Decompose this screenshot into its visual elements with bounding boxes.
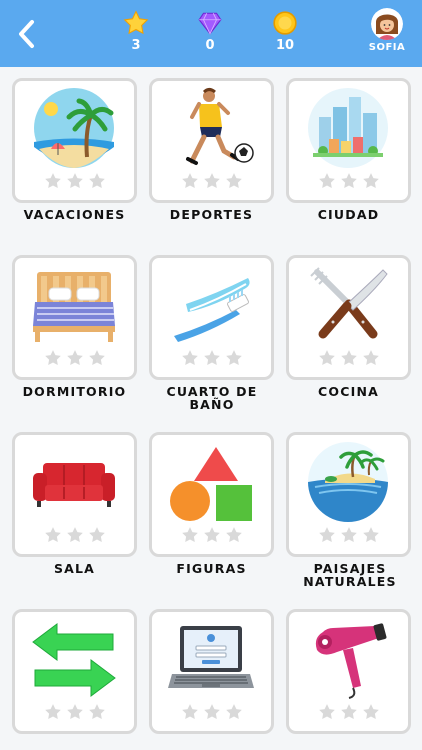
- category-card[interactable]: [149, 432, 274, 557]
- star-empty-icon: [203, 350, 220, 366]
- category-card[interactable]: [12, 432, 137, 557]
- star-empty-icon: [66, 173, 83, 189]
- star-empty-icon: [318, 704, 335, 720]
- category-card[interactable]: [149, 255, 274, 380]
- rating-stars: [152, 703, 271, 725]
- top-bar: 3 0 10 SOFIA: [0, 0, 422, 67]
- star-empty-icon: [44, 527, 61, 543]
- user-name: SOFIA: [368, 42, 406, 53]
- star-empty-icon: [181, 704, 198, 720]
- rating-stars: [289, 349, 408, 371]
- category-card[interactable]: [12, 78, 137, 203]
- star-empty-icon: [225, 527, 242, 543]
- category-card[interactable]: [286, 609, 411, 734]
- rating-stars: [289, 526, 408, 548]
- category-label: CIUDAD: [317, 207, 380, 222]
- star-empty-icon: [362, 350, 379, 366]
- laptop-icon: [168, 626, 254, 688]
- bed-icon: [33, 272, 115, 342]
- category-label: VACACIONES: [23, 207, 126, 222]
- rating-stars: [15, 349, 134, 371]
- category-label: SALA: [53, 561, 96, 576]
- star-empty-icon: [340, 173, 357, 189]
- star-empty-icon: [318, 173, 335, 189]
- coin-icon: [273, 11, 297, 35]
- hair-dryer-icon: [315, 623, 387, 699]
- star-empty-icon: [203, 704, 220, 720]
- chevron-left-icon: [19, 20, 34, 48]
- back-button[interactable]: [12, 16, 44, 52]
- star-empty-icon: [44, 350, 61, 366]
- rating-stars: [289, 703, 408, 725]
- star-empty-icon: [362, 527, 379, 543]
- category-label: CUARTO DE BAÑO: [166, 384, 258, 412]
- gems-counter: 0: [188, 10, 232, 53]
- category-label: FIGURAS: [176, 561, 247, 576]
- category-label: PAISAJES NATURALES: [303, 561, 397, 589]
- soccer-player-icon: [186, 88, 254, 165]
- stars-counter: 3: [114, 10, 158, 53]
- star-empty-icon: [318, 527, 335, 543]
- star-empty-icon: [225, 704, 242, 720]
- star-empty-icon: [181, 527, 198, 543]
- star-empty-icon: [66, 704, 83, 720]
- category-card[interactable]: [149, 78, 274, 203]
- category-label: DORMITORIO: [22, 384, 127, 399]
- category-card[interactable]: [12, 255, 137, 380]
- rating-stars: [152, 526, 271, 548]
- star-empty-icon: [362, 173, 379, 189]
- star-empty-icon: [88, 704, 105, 720]
- coins-counter: 10: [263, 10, 307, 53]
- star-empty-icon: [318, 350, 335, 366]
- user-profile[interactable]: SOFIA: [362, 8, 412, 53]
- category-card[interactable]: [149, 609, 274, 734]
- star-empty-icon: [362, 704, 379, 720]
- shapes-icon: [170, 447, 252, 521]
- beach-icon: [34, 88, 114, 168]
- star-empty-icon: [181, 350, 198, 366]
- arrows-icon: [32, 623, 116, 697]
- coins-count: 10: [275, 38, 295, 53]
- rating-stars: [15, 172, 134, 194]
- toothbrush-icon: [174, 278, 250, 342]
- category-label: DEPORTES: [169, 207, 254, 222]
- star-empty-icon: [88, 527, 105, 543]
- category-card[interactable]: [286, 255, 411, 380]
- rating-stars: [15, 526, 134, 548]
- category-card[interactable]: [12, 609, 137, 734]
- island-icon: [308, 442, 388, 522]
- star-empty-icon: [44, 173, 61, 189]
- category-card[interactable]: [286, 432, 411, 557]
- star-empty-icon: [66, 527, 83, 543]
- star-icon: [123, 10, 149, 35]
- rating-stars: [289, 172, 408, 194]
- star-empty-icon: [66, 350, 83, 366]
- rating-stars: [15, 703, 134, 725]
- knife-fork-icon: [310, 267, 388, 339]
- category-card[interactable]: [286, 78, 411, 203]
- rating-stars: [152, 349, 271, 371]
- gem-icon: [198, 12, 222, 35]
- star-empty-icon: [203, 173, 220, 189]
- star-empty-icon: [181, 173, 198, 189]
- star-empty-icon: [340, 527, 357, 543]
- star-empty-icon: [340, 350, 357, 366]
- sofa-icon: [33, 463, 115, 507]
- avatar-icon: [371, 8, 403, 40]
- gems-count: 0: [205, 38, 215, 53]
- star-empty-icon: [225, 350, 242, 366]
- star-empty-icon: [225, 173, 242, 189]
- city-icon: [308, 88, 388, 168]
- star-empty-icon: [203, 527, 220, 543]
- rating-stars: [152, 172, 271, 194]
- star-empty-icon: [88, 350, 105, 366]
- star-empty-icon: [88, 173, 105, 189]
- stars-count: 3: [131, 38, 141, 53]
- star-empty-icon: [44, 704, 61, 720]
- star-empty-icon: [340, 704, 357, 720]
- category-label: COCINA: [318, 384, 379, 399]
